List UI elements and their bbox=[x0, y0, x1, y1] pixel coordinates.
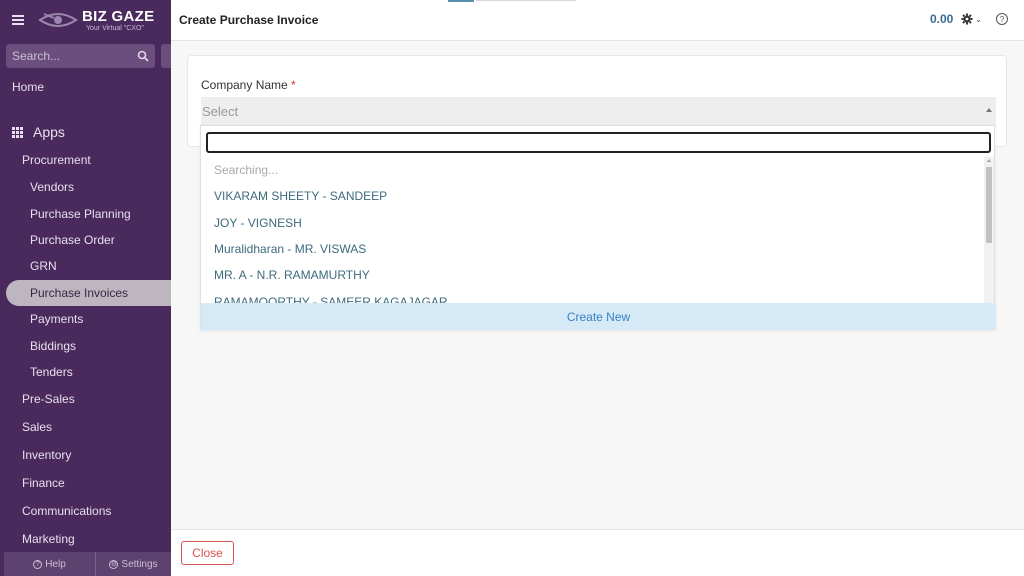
nav-group-communications[interactable]: Communications bbox=[0, 497, 171, 525]
invoice-amount: 0.00 bbox=[929, 12, 954, 26]
settings-button[interactable]: ⚙ Settings bbox=[96, 552, 171, 576]
dropdown-option[interactable]: JOY - VIGNESH bbox=[201, 210, 986, 236]
nav-item-vendors[interactable]: Vendors bbox=[0, 174, 171, 200]
nav-group-pre-sales[interactable]: Pre-Sales bbox=[0, 385, 171, 413]
scrollbar-thumb[interactable] bbox=[986, 167, 992, 243]
chevron-down-icon[interactable]: ⌄ bbox=[975, 15, 982, 24]
help-label: Help bbox=[45, 558, 66, 570]
sidebar-search-input[interactable] bbox=[12, 49, 122, 63]
settings-label: Settings bbox=[121, 558, 158, 570]
nav-apps-label: Apps bbox=[33, 124, 65, 140]
gear-icon[interactable] bbox=[961, 13, 973, 25]
main-panel: Create Purchase Invoice 0.00 ⌄ ? Company… bbox=[171, 0, 1024, 576]
search-icon[interactable] bbox=[137, 50, 149, 62]
searching-indicator: Searching... bbox=[214, 163, 279, 178]
company-name-label: Company Name * bbox=[201, 78, 296, 92]
dropdown-options-list: Searching... VIKARAM SHEETY - SANDEEP JO… bbox=[201, 157, 986, 303]
scroll-up-arrow-icon[interactable] bbox=[987, 159, 991, 162]
sidebar: BIZ GAZE Your Virtual "CXO" Home Apps Pr… bbox=[0, 0, 171, 576]
help-circle-icon: ? bbox=[33, 559, 43, 569]
dropdown-option[interactable]: VIKARAM SHEETY - SANDEEP bbox=[201, 183, 986, 209]
nav-group-procurement[interactable]: Procurement bbox=[0, 146, 171, 174]
apps-grid-icon bbox=[12, 126, 23, 138]
top-tab-track bbox=[476, 0, 576, 1]
nav-item-grn[interactable]: GRN bbox=[0, 253, 171, 279]
dropdown-scrollbar[interactable] bbox=[984, 157, 994, 303]
required-marker: * bbox=[291, 78, 296, 92]
logo[interactable]: BIZ GAZE Your Virtual "CXO" bbox=[38, 9, 154, 32]
create-new-button[interactable]: Create New bbox=[201, 303, 996, 330]
help-button[interactable]: ? Help bbox=[4, 552, 96, 576]
close-button[interactable]: Close bbox=[181, 541, 234, 565]
nav-item-biddings[interactable]: Biddings bbox=[0, 332, 171, 358]
company-name-select[interactable]: Select bbox=[201, 97, 996, 126]
form-footer: Close bbox=[171, 529, 1024, 576]
dropdown-search-input[interactable] bbox=[206, 132, 991, 153]
company-name-label-text: Company Name bbox=[201, 78, 288, 92]
brand-tagline: Your Virtual "CXO" bbox=[86, 24, 144, 32]
nav-item-purchase-order[interactable]: Purchase Order bbox=[0, 227, 171, 253]
nav-group-inventory[interactable]: Inventory bbox=[0, 441, 171, 469]
nav-item-purchase-planning[interactable]: Purchase Planning bbox=[0, 200, 171, 226]
dropdown-option[interactable]: Muralidharan - MR. VISWAS bbox=[201, 236, 986, 262]
caret-up-icon bbox=[986, 108, 992, 112]
nav-group-sales[interactable]: Sales bbox=[0, 413, 171, 441]
page-header: Create Purchase Invoice 0.00 ⌄ ? bbox=[171, 0, 1024, 41]
nav-apps[interactable]: Apps bbox=[0, 108, 171, 146]
nav-group-finance[interactable]: Finance bbox=[0, 469, 171, 497]
nav-item-tenders[interactable]: Tenders bbox=[0, 359, 171, 385]
dropdown-option[interactable]: MR. A - N.R. RAMAMURTHY bbox=[201, 262, 986, 288]
logo-eye-icon bbox=[38, 13, 78, 27]
search-side-tab[interactable] bbox=[161, 44, 171, 68]
company-dropdown: Searching... VIKARAM SHEETY - SANDEEP JO… bbox=[200, 125, 996, 330]
dropdown-option[interactable]: RAMAMOORTHY - SAMEER KAGAJAGAR bbox=[201, 288, 986, 303]
sidebar-search bbox=[6, 44, 156, 68]
sidebar-top: BIZ GAZE Your Virtual "CXO" bbox=[0, 0, 171, 40]
brand-name: BIZ GAZE bbox=[82, 7, 155, 25]
settings-gear-icon: ⚙ bbox=[109, 559, 119, 569]
menu-icon[interactable] bbox=[12, 15, 24, 25]
nav-item-purchase-invoices[interactable]: Purchase Invoices bbox=[6, 279, 171, 306]
sidebar-footer: ? Help ⚙ Settings bbox=[4, 552, 171, 576]
help-icon[interactable]: ? bbox=[996, 13, 1008, 25]
page-title: Create Purchase Invoice bbox=[179, 13, 319, 27]
nav-group-marketing[interactable]: Marketing bbox=[0, 525, 171, 553]
nav-home[interactable]: Home bbox=[0, 68, 171, 108]
nav-item-payments[interactable]: Payments bbox=[0, 306, 171, 332]
select-placeholder: Select bbox=[202, 104, 239, 119]
top-tab-indicator bbox=[448, 0, 474, 2]
